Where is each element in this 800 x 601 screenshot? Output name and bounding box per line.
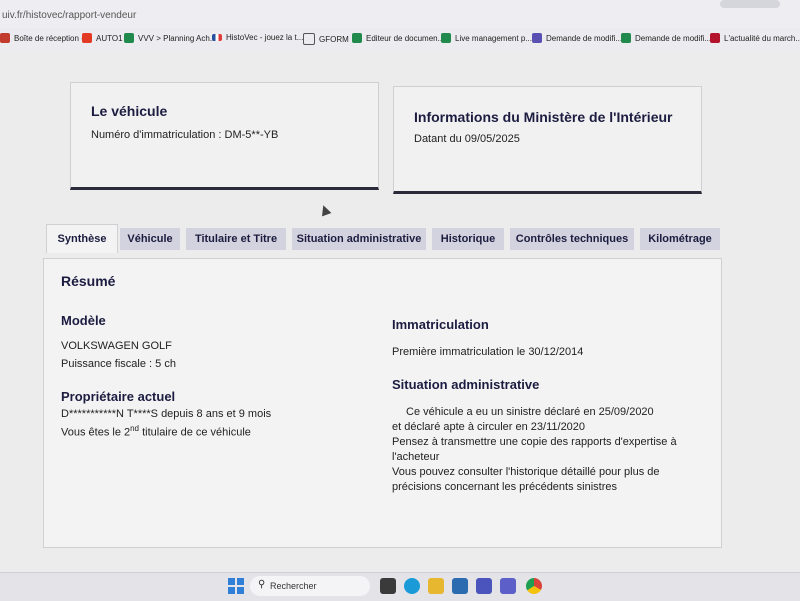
fiscal-power: Puissance fiscale : 5 ch [61,358,176,370]
auto1-icon [82,33,92,43]
summary-heading: Résumé [61,273,116,289]
owner-rank-suffix: nd [130,424,140,433]
file-explorer-icon[interactable] [428,578,444,594]
owner-rank: Vous êtes le 2nd titulaire de ce véhicul… [61,421,251,441]
sheets-icon [124,33,134,43]
chrome-icon[interactable] [526,578,542,594]
bookmark-item[interactable]: VVV > Planning Ach... [124,33,217,43]
mouse-cursor-icon [318,203,332,217]
windows-start-icon[interactable] [228,578,244,594]
url-text[interactable]: uiv.fr/histovec/rapport-vendeur [2,10,136,21]
tab-situation-administrative[interactable]: Situation administrative [292,228,426,250]
tab-historique[interactable]: Historique [432,228,504,250]
bookmarks-bar: Boîte de réception -... AUTO1 VVV > Plan… [0,28,800,53]
ministry-card-title: Informations du Ministère de l'Intérieur [414,109,673,125]
bookmark-item[interactable]: Demande de modifi... [621,33,711,43]
bookmark-item[interactable]: HistoVec - jouez la t... [212,33,303,42]
admin-line: Ce véhicule a eu un sinistre déclaré en … [406,406,654,418]
bookmark-item[interactable]: L'actualité du march... [710,33,800,43]
plate-number: Numéro d'immatriculation : DM-5**-YB [91,129,279,141]
browser-address-bar[interactable]: uiv.fr/histovec/rapport-vendeur [0,0,800,28]
edge-icon[interactable] [404,578,420,594]
folder-icon [303,33,315,45]
bookmark-item[interactable]: Boîte de réception -... [0,33,91,43]
admin-line: Vous pouvez consulter l'historique détai… [392,466,660,478]
windows-taskbar: ⚲ Rechercher [0,572,800,601]
ministry-date: Datant du 09/05/2025 [414,133,520,145]
tab-vehicule[interactable]: Véhicule [120,228,180,250]
taskbar-search[interactable]: ⚲ Rechercher [250,576,370,596]
admin-line: et déclaré apte à circuler en 23/11/2020 [392,421,586,433]
sheets-icon [441,33,451,43]
bookmark-item[interactable]: Demande de modifi... [532,33,622,43]
bookmark-item[interactable]: Editeur de documen... [352,33,444,43]
first-registration: Première immatriculation le 30/12/2014 [392,346,584,358]
owner-rank-text-end: titulaire de ce véhicule [139,426,251,439]
model-heading: Modèle [61,313,106,328]
tab-synthese[interactable]: Synthèse [46,224,118,253]
tab-kilometrage[interactable]: Kilométrage [640,228,720,250]
search-placeholder: Rechercher [270,581,317,591]
store-icon[interactable] [452,578,468,594]
owner-line: D***********N T****S depuis 8 ans et 9 m… [61,408,272,420]
model-name: VOLKSWAGEN GOLF [61,340,172,352]
bookmark-item[interactable]: GFORM [303,33,349,45]
owner-heading: Propriétaire actuel [61,389,176,404]
bookmark-item[interactable]: Live management p... [441,33,532,43]
news-icon [710,33,720,43]
admin-line: l'acheteur [392,451,440,463]
owner-rank-text: Vous êtes le 2 [61,426,131,439]
teams-chat-icon[interactable] [476,578,492,594]
tab-titulaire[interactable]: Titulaire et Titre [186,228,286,250]
admin-line: Pensez à transmettre une copie des rappo… [392,436,677,448]
bookmark-item[interactable]: AUTO1 [82,33,123,43]
tab-controles-techniques[interactable]: Contrôles techniques [510,228,634,250]
synthese-panel: Résumé Modèle VOLKSWAGEN GOLF Puissance … [43,258,722,548]
admin-line: précisions concernant les précédents sin… [392,481,618,493]
sheets-icon [621,33,631,43]
mail-icon [0,33,10,43]
vehicle-card-title: Le véhicule [91,103,168,119]
task-view-icon[interactable] [380,578,396,594]
registration-heading: Immatriculation [392,317,489,332]
search-icon: ⚲ [258,579,266,590]
vehicle-card: Le véhicule Numéro d'immatriculation : D… [70,82,379,190]
profile-button[interactable] [720,0,780,8]
teams-icon[interactable] [500,578,516,594]
ministry-card: Informations du Ministère de l'Intérieur… [393,86,702,194]
sheets-icon [352,33,362,43]
form-icon [532,33,542,43]
admin-heading: Situation administrative [392,377,540,392]
flag-fr-icon [212,34,222,41]
